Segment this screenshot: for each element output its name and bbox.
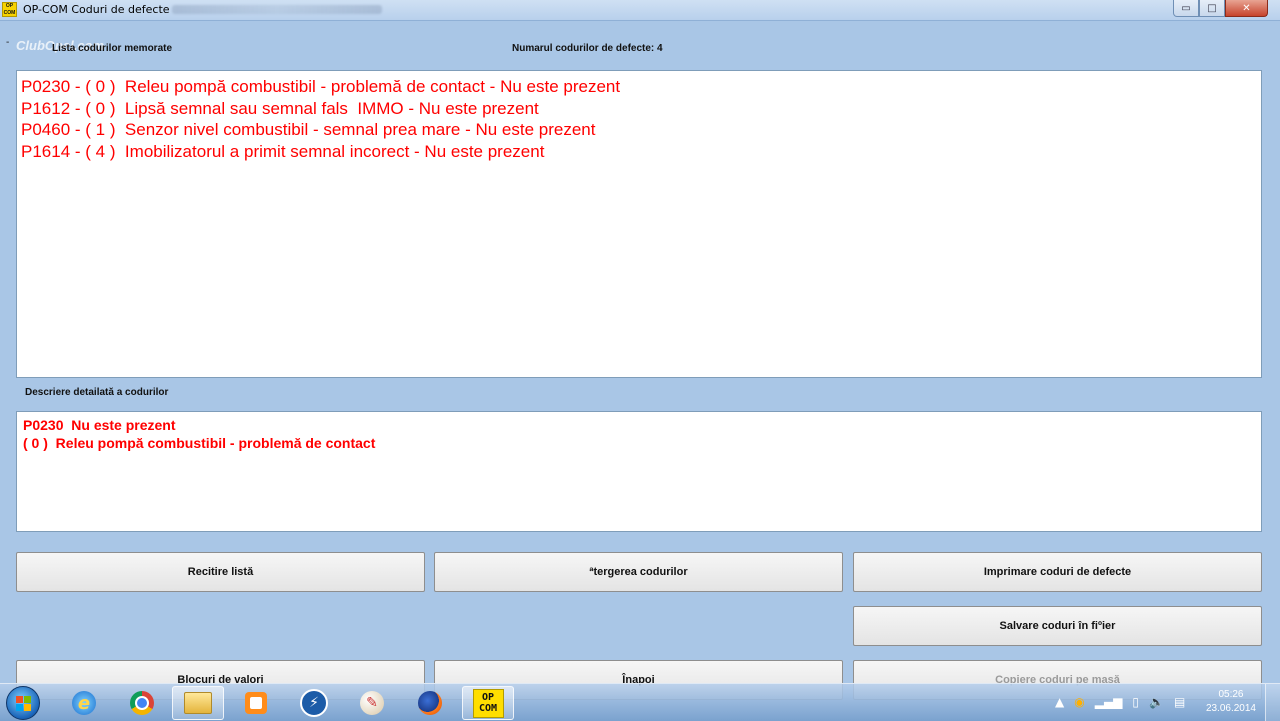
erase-codes-button[interactable]: ªtergerea codurilor — [434, 552, 843, 592]
show-desktop-button[interactable] — [1265, 684, 1280, 721]
network-signal-icon[interactable]: ▂▄▆ — [1095, 695, 1123, 709]
title-blurred-region — [172, 5, 382, 14]
reread-list-button[interactable]: Recitire listă — [16, 552, 425, 592]
start-button[interactable] — [6, 686, 40, 720]
taskbar-chrome[interactable] — [116, 686, 168, 720]
media-player-icon — [245, 692, 267, 714]
clock-time: 05:26 — [1218, 689, 1244, 700]
lightning-icon: ⚡ — [300, 689, 328, 717]
fault-code-list[interactable]: P0230 - ( 0 ) Releu pompă combustibil - … — [16, 70, 1262, 378]
taskbar-internet-explorer[interactable]: e — [58, 686, 110, 720]
volume-icon[interactable]: 🔈 — [1149, 695, 1164, 709]
minimize-button[interactable]: ▭ — [1173, 0, 1199, 17]
battery-icon[interactable]: ▯ — [1132, 695, 1139, 709]
opcom-app-icon: OP COM — [2, 2, 17, 17]
taskbar-file-explorer[interactable] — [172, 686, 224, 720]
close-button[interactable]: ✕ — [1225, 0, 1268, 17]
taskbar-media-player[interactable] — [230, 686, 282, 720]
fault-code-item[interactable]: P0460 - ( 1 ) Senzor nivel combustibil -… — [21, 119, 1257, 141]
taskbar-paint[interactable]: ✎ — [346, 686, 398, 720]
folder-icon — [184, 692, 212, 714]
internet-explorer-icon: e — [72, 691, 96, 715]
detail-description-line: ( 0 ) Releu pompă combustibil - problemă… — [23, 435, 376, 451]
clock-date: 23.06.2014 — [1205, 703, 1256, 714]
taskbar-accelerator-app[interactable]: ⚡ — [288, 686, 340, 720]
fault-code-item[interactable]: P1614 - ( 4 ) Imobilizatorul a primit se… — [21, 141, 1257, 163]
taskbar-opcom[interactable]: OP COM — [462, 686, 514, 720]
dash-mark: - — [6, 37, 10, 48]
paint-palette-icon: ✎ — [360, 691, 384, 715]
antivirus-icon[interactable]: ◉ — [1074, 695, 1084, 709]
opcom-taskbar-icon: OP COM — [472, 688, 504, 718]
action-center-icon[interactable]: ▤ — [1174, 695, 1185, 709]
save-to-file-button[interactable]: Salvare coduri în fiºier — [853, 606, 1262, 646]
detail-label: Descriere detailată a codurilor — [25, 387, 169, 398]
taskbar: e ⚡ ✎ OP COM ▲ ◉ ▂▄▆ ▯ 🔈 ▤ 05:26 23.06.2… — [0, 683, 1280, 721]
taskbar-firefox[interactable] — [404, 686, 456, 720]
detail-description-box[interactable]: P0230 Nu este prezent ( 0 ) Releu pompă … — [16, 411, 1262, 532]
maximize-button[interactable]: □ — [1199, 0, 1225, 17]
show-hidden-icons-icon[interactable]: ▲ — [1055, 695, 1064, 709]
fault-code-item[interactable]: P1612 - ( 0 ) Lipsă semnal sau semnal fa… — [21, 98, 1257, 120]
print-codes-button[interactable]: Imprimare coduri de defecte — [853, 552, 1262, 592]
window-controls: ▭ □ ✕ — [1173, 0, 1268, 18]
fault-code-item[interactable]: P0230 - ( 0 ) Releu pompă combustibil - … — [21, 76, 1257, 98]
chrome-icon — [130, 691, 154, 715]
codes-count-label: Numarul codurilor de defecte: 4 — [512, 43, 663, 54]
firefox-icon — [418, 691, 442, 715]
detail-code-line: P0230 Nu este prezent — [23, 417, 176, 433]
system-clock[interactable]: 05:26 23.06.2014 — [1206, 688, 1256, 716]
system-tray: ▲ ◉ ▂▄▆ ▯ 🔈 ▤ 05:26 23.06.2014 — [1050, 684, 1280, 721]
window-title: OP-COM Coduri de defecte — [23, 3, 170, 16]
codes-list-label: Lista codurilor memorate — [52, 43, 173, 54]
title-bar: OP COM OP-COM Coduri de defecte ▭ □ ✕ — [0, 0, 1280, 21]
